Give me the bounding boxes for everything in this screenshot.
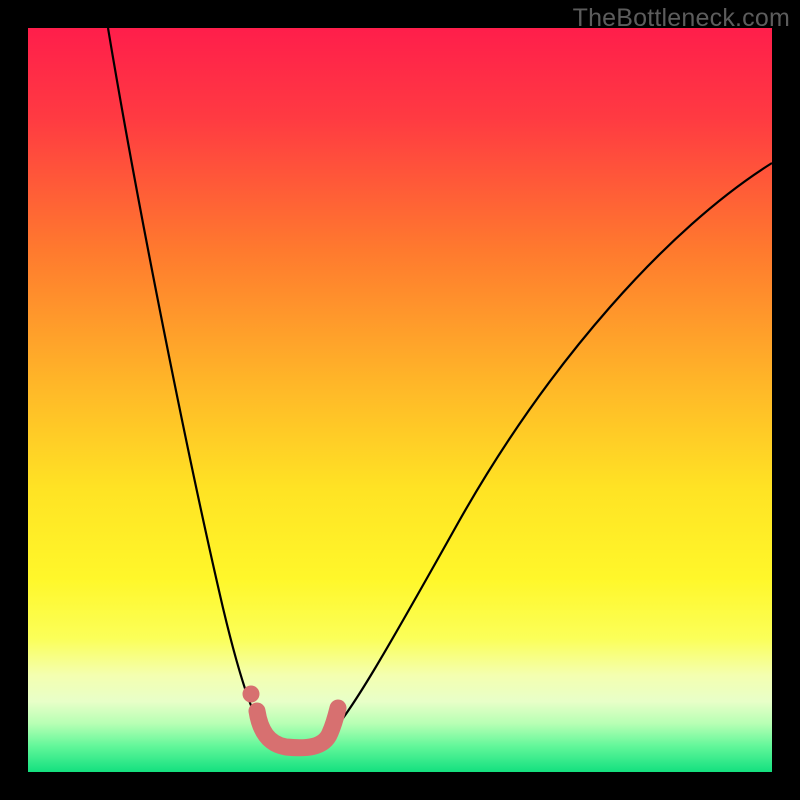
chart-frame: TheBottleneck.com [0,0,800,800]
point-left-dot [243,686,260,703]
gradient-background [28,28,772,772]
chart-svg [28,28,772,772]
plot-area [28,28,772,772]
points-layer [243,686,260,703]
